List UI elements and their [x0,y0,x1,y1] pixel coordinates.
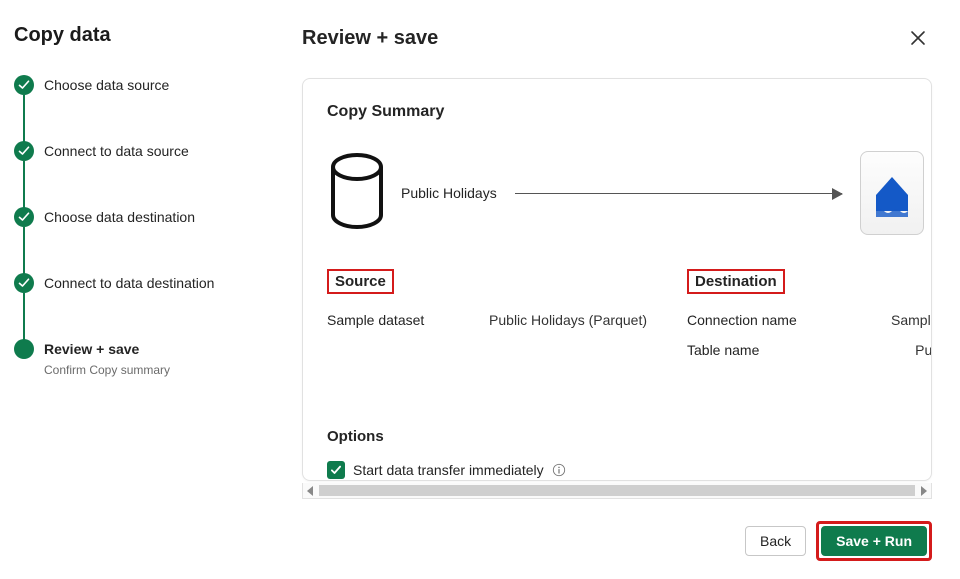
lakehouse-icon [860,151,924,235]
wizard-sidebar: Copy data Choose data source Connect to … [0,0,280,579]
step-label: Connect to data source [44,141,266,161]
copy-flow-diagram: Public Holidays Lakehouse [327,151,932,235]
main-content: Review + save Copy Summary Public Holida… [280,0,960,579]
back-button[interactable]: Back [745,526,806,556]
flow-source-label: Public Holidays [401,185,497,201]
kv-key: Connection name [687,312,797,328]
options-heading: Options [327,428,932,445]
step-connect-data-destination[interactable]: Connect to data destination [14,273,266,339]
summary-card: Copy Summary Public Holidays [302,78,932,481]
horizontal-scrollbar[interactable] [302,483,932,499]
save-run-highlight: Save + Run [816,521,932,561]
page-title: Review + save [302,27,438,50]
close-icon [910,30,926,46]
check-icon [14,75,34,95]
footer-actions: Back Save + Run [302,521,932,561]
card-title: Copy Summary [327,103,932,121]
checkbox-checked-icon[interactable] [327,461,345,479]
kv-key: Sample dataset [327,312,424,328]
step-label: Choose data source [44,75,266,95]
step-review-save[interactable]: Review + save Confirm Copy summary [14,339,266,377]
step-sublabel: Confirm Copy summary [44,363,266,377]
wizard-steps: Choose data source Connect to data sourc… [14,75,266,377]
step-label: Choose data destination [44,207,266,227]
step-label: Connect to data destination [44,273,266,293]
arrow-icon [515,193,843,194]
flow-source-node: Public Holidays [327,153,497,233]
source-section: Source Sample dataset Public Holidays (P… [327,269,647,372]
info-icon[interactable] [552,463,566,477]
step-choose-data-destination[interactable]: Choose data destination [14,207,266,273]
kv-value: SampleLakehouse [891,312,932,328]
database-icon [327,153,387,233]
kv-row: Sample dataset Public Holidays (Parquet) [327,312,647,328]
current-step-icon [14,339,34,359]
kv-value: PublicHolidays [915,342,932,358]
step-choose-data-source[interactable]: Choose data source [14,75,266,141]
destination-heading: Destination [687,269,785,294]
step-connect-data-source[interactable]: Connect to data source [14,141,266,207]
option-start-immediately[interactable]: Start data transfer immediately [327,461,932,479]
kv-row: Connection name SampleLakehouse [687,312,932,328]
step-label: Review + save [44,339,266,359]
flow-dest-node: Lakehouse [860,151,932,235]
check-icon [14,207,34,227]
kv-key: Table name [687,342,759,358]
kv-row: Table name PublicHolidays [687,342,932,358]
check-icon [14,141,34,161]
option-label: Start data transfer immediately [353,462,544,478]
destination-section: Destination Connection name SampleLakeho… [687,269,932,372]
source-heading: Source [327,269,394,294]
close-button[interactable] [904,24,932,52]
save-run-button[interactable]: Save + Run [821,526,927,556]
kv-value: Public Holidays (Parquet) [489,312,647,328]
sidebar-title: Copy data [14,24,266,47]
check-icon [14,273,34,293]
